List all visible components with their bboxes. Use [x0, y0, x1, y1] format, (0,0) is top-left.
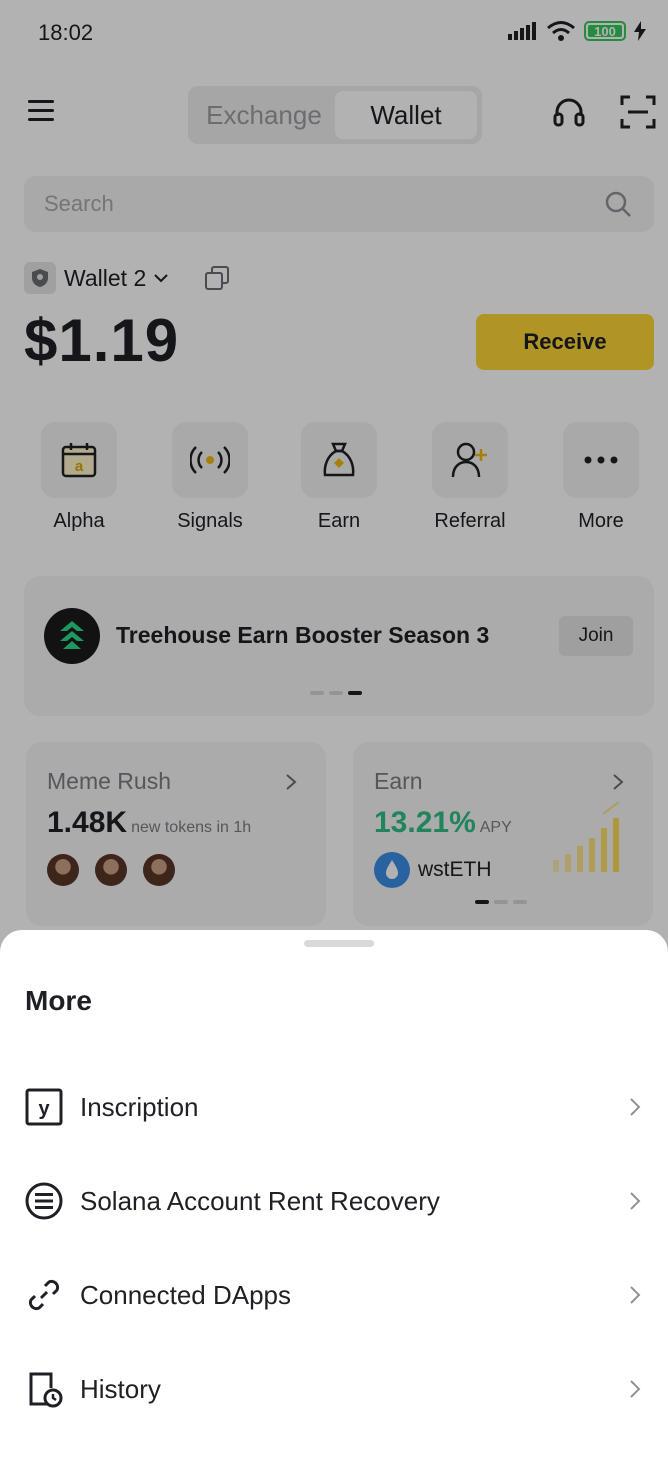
sheet-drag-handle[interactable] — [304, 940, 374, 947]
link-icon — [28, 1279, 60, 1311]
sheet-title: More — [25, 985, 92, 1016]
solana-icon — [25, 1182, 63, 1220]
menu-item-inscription[interactable]: y Inscription — [0, 1062, 668, 1152]
menu-label-history: History — [80, 1374, 161, 1404]
menu-label-connected-dapps: Connected DApps — [80, 1280, 292, 1310]
chevron-right-icon — [630, 1192, 641, 1210]
more-bottom-sheet: More y Inscription Solana Account Rent R… — [0, 930, 668, 1468]
chevron-right-icon — [630, 1098, 641, 1116]
menu-label-inscription: Inscription — [80, 1092, 199, 1122]
menu-item-solana-rent-recovery[interactable]: Solana Account Rent Recovery — [0, 1156, 668, 1246]
wallet-home-screen: 18:02 100 Exchange Wallet Search Wallet … — [0, 0, 668, 1468]
menu-item-history[interactable]: History — [0, 1344, 668, 1434]
inscription-icon: y — [25, 1088, 63, 1126]
menu-label-solana-rent-recovery: Solana Account Rent Recovery — [80, 1186, 440, 1216]
menu-item-connected-dapps[interactable]: Connected DApps — [0, 1250, 668, 1340]
svg-text:y: y — [38, 1098, 50, 1120]
chevron-right-icon — [630, 1380, 641, 1398]
history-icon — [29, 1372, 63, 1408]
chevron-right-icon — [630, 1286, 641, 1304]
